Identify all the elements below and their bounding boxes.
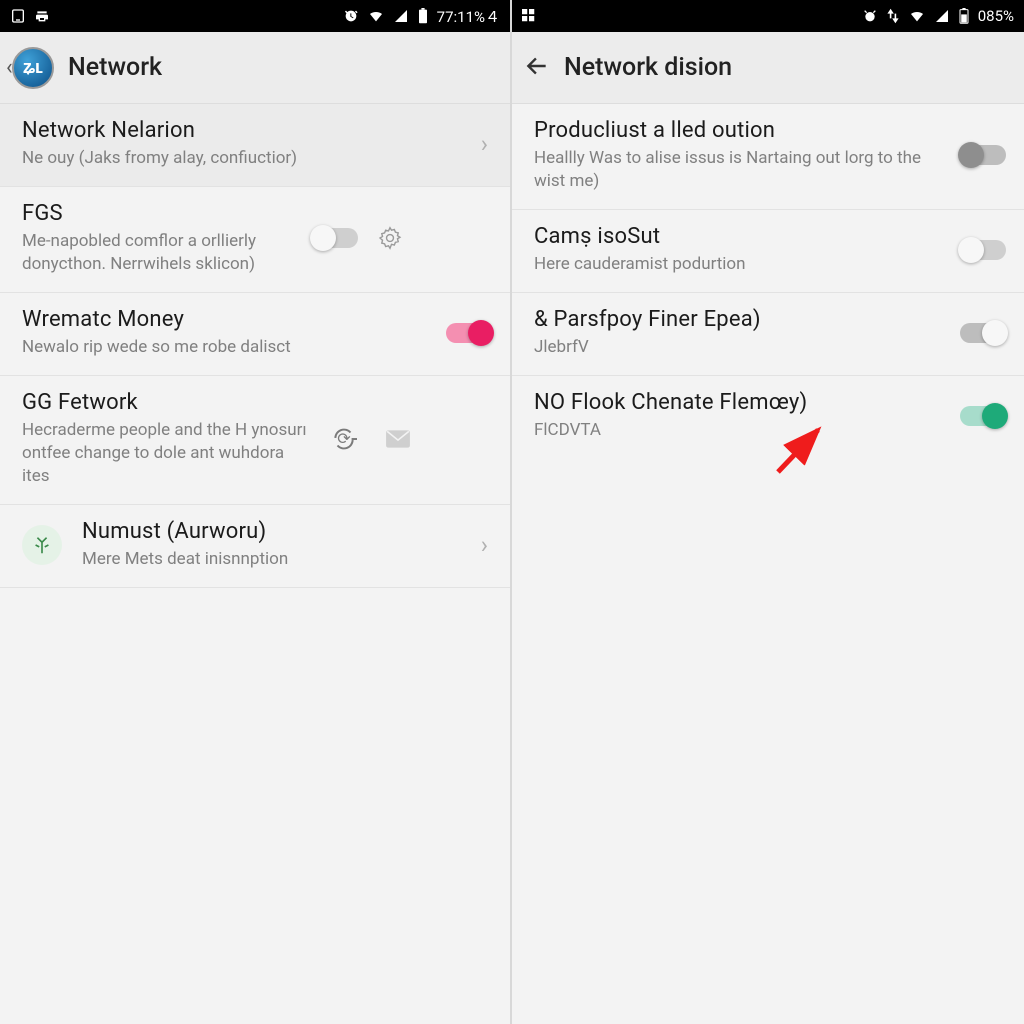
row-no-flook[interactable]: NO Flook Chenate Flemœy) FlCDVTA (512, 376, 1024, 458)
left-pane: 77:11%４ ‹ ʑʟ Network Network Nelarion Ne… (0, 0, 512, 1024)
branch-icon (22, 525, 62, 565)
gear-icon[interactable] (368, 216, 412, 260)
updown-icon (886, 8, 900, 24)
row-producliust[interactable]: Producliust a lled oution Heallly Was to… (512, 104, 1024, 210)
row-subtitle: Mere Mets deat inisnnption (82, 548, 467, 571)
toggle-parsfpoy[interactable] (960, 323, 1006, 343)
row-title: Camṣ isoSut (534, 224, 950, 249)
chevron-right-icon: › (477, 531, 492, 559)
row-title: & Parsfpoy Finer Epea) (534, 307, 950, 332)
wifi-icon (367, 8, 385, 24)
signal-icon (934, 8, 950, 24)
row-subtitle: JlebrfV (534, 336, 950, 359)
row-gg-fetwork[interactable]: GG Fetwork Hecraderme people and the H y… (0, 376, 510, 505)
battery-icon (417, 8, 429, 24)
row-subtitle: Hecraderme people and the H ynosurı ontf… (22, 419, 312, 488)
page-title: Network (68, 53, 162, 82)
settings-list: Producliust a lled oution Heallly Was to… (512, 104, 1024, 458)
alarm-icon (343, 8, 359, 24)
mail-icon[interactable] (376, 417, 420, 461)
signal-icon (393, 8, 409, 24)
app-logo-icon: ʑʟ (12, 47, 54, 89)
settings-list: Network Nelarion Ne ouy (Jaks fromy alay… (0, 104, 510, 588)
row-subtitle: Ne ouy (Jaks fromy alay, confiuctior) (22, 147, 467, 170)
right-pane: 085% Network dision Producliust a lled o… (512, 0, 1024, 1024)
row-title: Numust (Aurworu) (82, 519, 467, 544)
row-subtitle: Me-napobled comflor a orllierly donyctho… (22, 230, 302, 276)
row-title: NO Flook Chenate Flemœy) (534, 390, 950, 415)
row-parsfpoy[interactable]: & Parsfpoy Finer Epea) JlebrfV (512, 293, 1024, 376)
print-icon (34, 8, 50, 24)
status-bar: 085% (512, 0, 1024, 32)
app-bar: ‹ ʑʟ Network (0, 32, 510, 104)
row-wrematc-money[interactable]: Wrematc Money Newalo rip wede so me robe… (0, 293, 510, 376)
toggle-no-flook[interactable] (960, 406, 1006, 426)
row-subtitle: FlCDVTA (534, 419, 950, 442)
app-bar: Network dision (512, 32, 1024, 104)
row-title: Network Nelarion (22, 118, 467, 143)
chevron-right-icon: › (477, 130, 492, 158)
row-title: GG Fetwork (22, 390, 312, 415)
row-subtitle: Newalo rip wede so me robe dalisct (22, 336, 436, 359)
status-bar: 77:11%４ (0, 0, 510, 32)
toggle-fgs[interactable] (312, 228, 358, 248)
row-numust[interactable]: Numust (Aurworu) Mere Mets deat inisnnpt… (0, 505, 510, 588)
row-title: Wrematc Money (22, 307, 436, 332)
toggle-cams[interactable] (960, 240, 1006, 260)
back-chevron-icon[interactable]: ‹ (6, 55, 13, 80)
row-fgs[interactable]: FGS Me-napobled comflor a orllierly dony… (0, 187, 510, 293)
toggle-wrematc[interactable] (446, 323, 492, 343)
battery-icon (958, 8, 970, 24)
tablet-icon (10, 8, 26, 24)
status-time: 085% (978, 7, 1014, 25)
row-subtitle: Here cauderamist podurtion (534, 253, 950, 276)
wifi-icon (908, 8, 926, 24)
toggle-producliust[interactable] (512, 104, 1024, 209)
status-time: 77:11%４ (437, 6, 500, 27)
row-cams-isosut[interactable]: Camṣ isoSut Here cauderamist podurtion (512, 210, 1024, 293)
sync-add-icon[interactable]: ⟳ - (322, 417, 366, 461)
page-title: Network dision (564, 53, 732, 82)
row-network-nelarion[interactable]: Network Nelarion Ne ouy (Jaks fromy alay… (0, 104, 510, 187)
back-arrow-icon[interactable] (524, 53, 550, 83)
alarm-icon (862, 8, 878, 24)
row-title: FGS (22, 201, 302, 226)
grid-icon (522, 9, 536, 23)
